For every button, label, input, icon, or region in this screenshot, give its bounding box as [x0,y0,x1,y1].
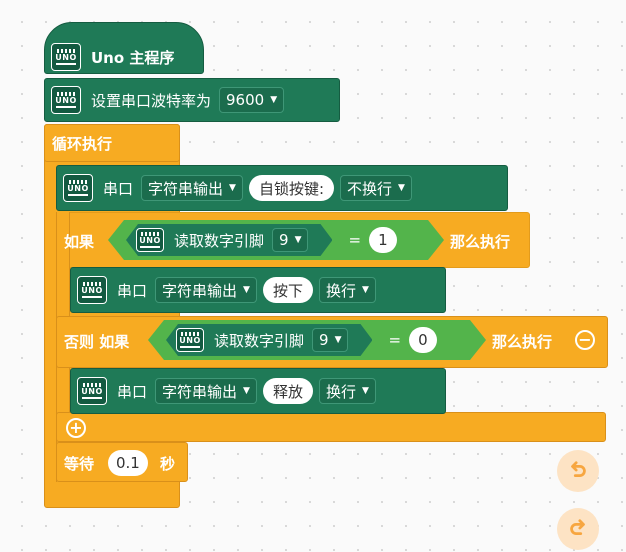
serial-prefix-label: 串口 [103,179,134,198]
read-digital-pin-block-1[interactable]: UNO 读取数字引脚 9 ▼ [126,224,332,256]
minus-circle-icon[interactable]: − [575,330,595,350]
serial-print-block-2[interactable]: UNO 串口 字符串输出 ▼ 按下 换行 ▼ [70,267,446,313]
undo-button[interactable] [557,450,599,492]
serial-prefix-label: 串口 [117,281,148,300]
main-hat-block[interactable]: UNO Uno 主程序 [44,22,204,74]
then-label: 那么执行 [492,333,553,351]
print-text-input[interactable]: 释放 [262,378,313,404]
compare-value-input[interactable]: 1 [369,227,397,253]
output-mode-dropdown[interactable]: 字符串输出 ▼ [141,175,243,201]
compare-condition-1[interactable]: UNO 读取数字引脚 9 ▼ = 1 [108,220,444,260]
dropdown-arrow-icon: ▼ [243,285,250,295]
wait-value-input[interactable]: 0.1 [108,450,148,476]
uno-board-icon: UNO [63,174,93,202]
redo-button[interactable] [557,508,599,550]
uno-board-icon: UNO [51,86,81,114]
dropdown-arrow-icon: ▼ [361,386,369,396]
serial-print-block-3[interactable]: UNO 串口 字符串输出 ▼ 释放 换行 ▼ [70,368,446,414]
print-text-input[interactable]: 自锁按键: [248,175,335,201]
serial-setup-label: 设置串口波特率为 [91,91,212,110]
wait-unit-label: 秒 [160,455,176,473]
dropdown-arrow-icon: ▼ [229,183,236,193]
read-pin-label: 读取数字引脚 [214,331,305,350]
uno-board-icon: UNO [77,276,107,304]
print-text-input[interactable]: 按下 [262,277,313,303]
uno-board-icon: UNO [51,43,81,71]
read-digital-pin-block-2[interactable]: UNO 读取数字引脚 9 ▼ [166,324,372,356]
plus-circle-icon[interactable]: + [66,418,86,438]
wait-label: 等待 [64,455,95,473]
dropdown-arrow-icon: ▼ [270,95,278,105]
uno-board-icon: UNO [77,377,107,405]
baud-dropdown[interactable]: 9600 ▼ [219,87,285,113]
dropdown-arrow-icon: ▼ [334,335,342,345]
redo-icon [570,519,585,535]
undo-icon [571,461,586,477]
serial-prefix-label: 串口 [117,382,148,401]
equals-operator: = [388,331,402,349]
then-label: 那么执行 [450,233,511,251]
if-label: 如果 [64,233,95,251]
compare-condition-2[interactable]: UNO 读取数字引脚 9 ▼ = 0 [148,320,486,360]
uno-board-icon: UNO [136,228,164,252]
loop-label: 循环执行 [52,135,113,153]
elseif-label: 否则 如果 [64,333,130,351]
dropdown-arrow-icon: ▼ [294,235,302,245]
dropdown-arrow-icon: ▼ [243,386,250,396]
output-mode-dropdown[interactable]: 字符串输出 ▼ [155,378,257,404]
newline-dropdown[interactable]: 不换行 ▼ [340,175,412,201]
uno-board-icon: UNO [176,328,204,352]
pin-dropdown[interactable]: 9 ▼ [312,328,348,352]
serial-setup-block[interactable]: UNO 设置串口波特率为 9600 ▼ [44,78,340,122]
equals-operator: = [348,231,362,249]
dropdown-arrow-icon: ▼ [398,183,405,193]
serial-print-block-1[interactable]: UNO 串口 字符串输出 ▼ 自锁按键: 不换行 ▼ [56,165,508,211]
output-mode-dropdown[interactable]: 字符串输出 ▼ [155,277,257,303]
if-block-footer [56,412,606,442]
dropdown-arrow-icon: ▼ [361,285,369,295]
pin-dropdown[interactable]: 9 ▼ [272,228,308,252]
main-hat-label: Uno 主程序 [91,48,175,67]
read-pin-label: 读取数字引脚 [174,231,265,250]
compare-value-input[interactable]: 0 [409,327,437,353]
newline-dropdown[interactable]: 换行 ▼ [318,277,376,303]
newline-dropdown[interactable]: 换行 ▼ [318,378,376,404]
